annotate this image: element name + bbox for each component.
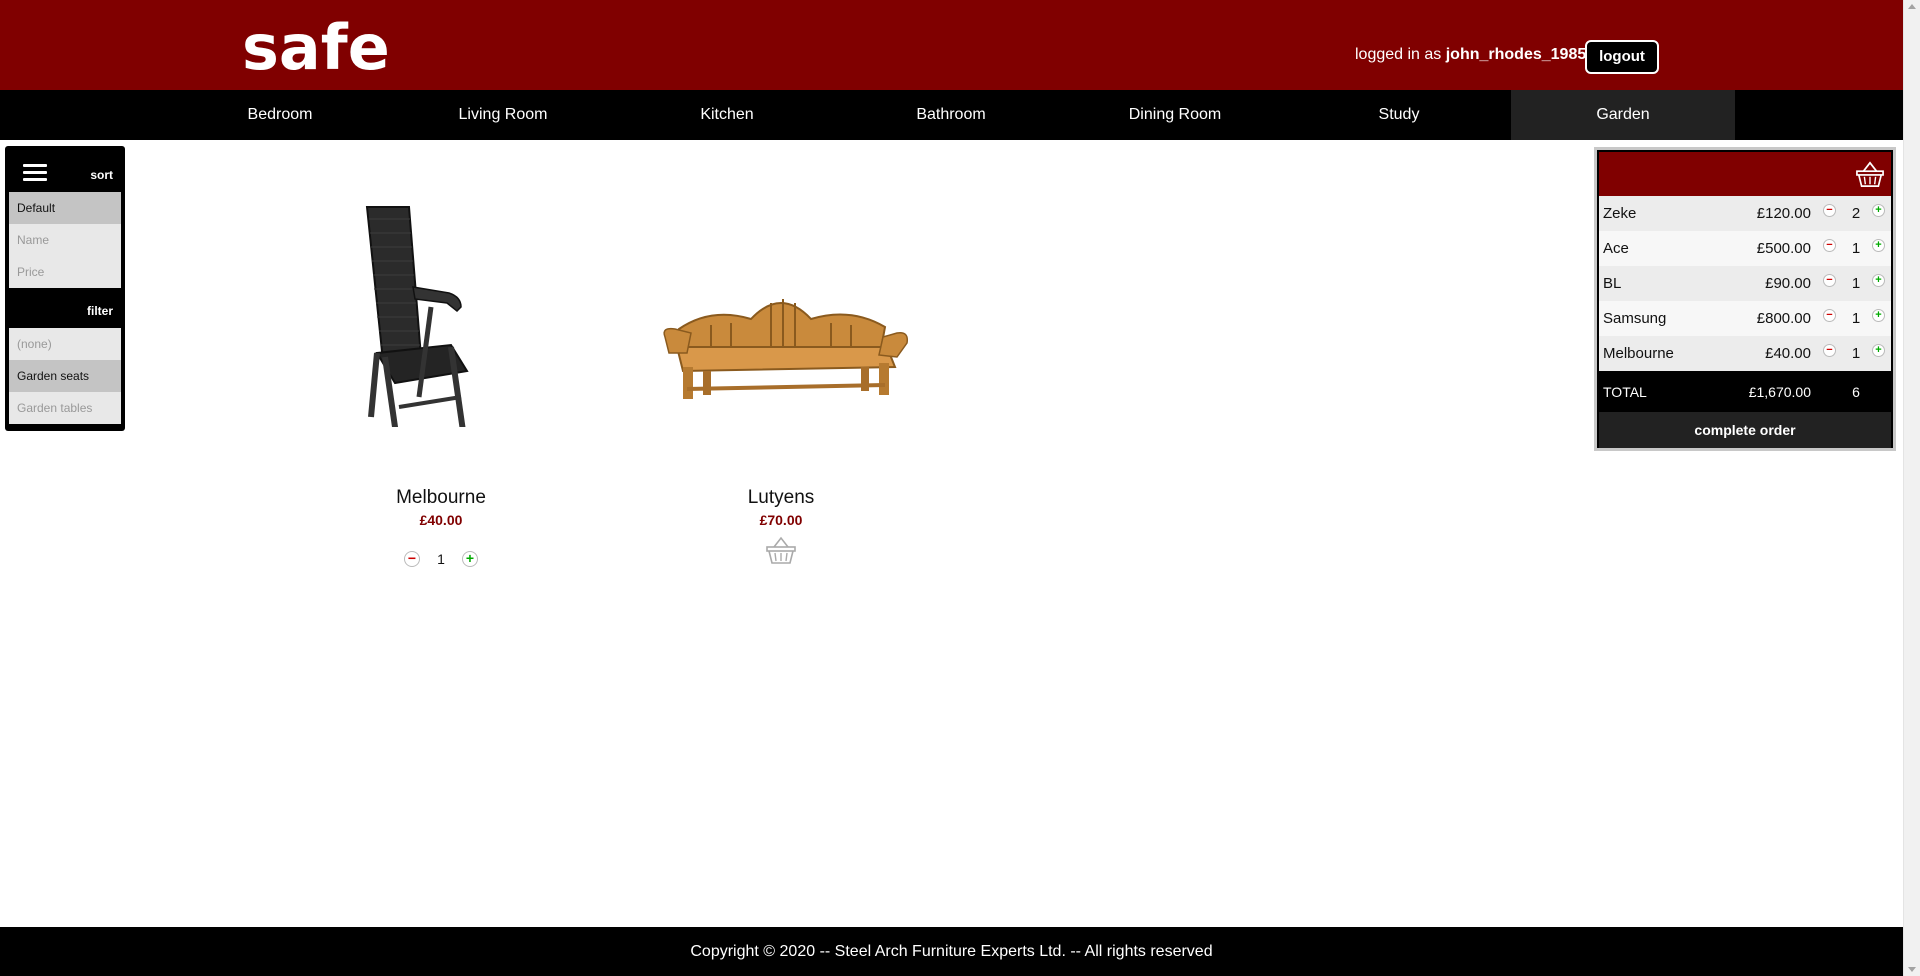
nav-item-bathroom[interactable]: Bathroom	[839, 90, 1063, 140]
site-logo[interactable]: safe	[242, 8, 390, 88]
sort-filter-panel: sort Default Name Price filter (none) Ga…	[5, 146, 125, 431]
decrease-quantity-button[interactable]: −	[404, 551, 420, 567]
logout-button[interactable]: logout	[1585, 40, 1659, 74]
product-card: Lutyens £70.00	[651, 157, 911, 577]
cart-item-price: £120.00	[1756, 205, 1811, 222]
site-footer: Copyright © 2020 -- Steel Arch Furniture…	[0, 927, 1903, 976]
cart-item-price: £500.00	[1756, 240, 1811, 257]
sort-option-default[interactable]: Default	[9, 192, 121, 224]
basket-icon	[1856, 161, 1884, 187]
cart-item-price: £40.00	[1765, 345, 1811, 362]
page: safe logged in as john_rhodes_1985 logou…	[0, 0, 1903, 976]
cart-item: Ace £500.00 − 1 +	[1599, 231, 1891, 266]
cart-item-name: Ace	[1603, 240, 1629, 257]
product-image-chair[interactable]	[311, 157, 571, 427]
cart-total-label: TOTAL	[1603, 384, 1647, 400]
cart-total-row: TOTAL £1,670.00 6	[1599, 374, 1891, 410]
scroll-down-arrow-icon[interactable]	[1908, 967, 1916, 972]
nav-item-dining-room[interactable]: Dining Room	[1063, 90, 1287, 140]
cart-item-qty: 1	[1851, 275, 1861, 292]
filter-label: filter	[86, 304, 113, 318]
product-quantity: 1	[437, 551, 445, 567]
cart-total-price: £1,670.00	[1748, 384, 1811, 400]
filter-header: filter	[9, 288, 121, 328]
cart-increase-button[interactable]: +	[1872, 239, 1885, 252]
site-header: safe logged in as john_rhodes_1985 logou…	[0, 0, 1903, 90]
sort-option-price[interactable]: Price	[9, 256, 121, 288]
cart-increase-button[interactable]: +	[1872, 274, 1885, 287]
nav-item-study[interactable]: Study	[1287, 90, 1511, 140]
category-nav: Bedroom Living Room Kitchen Bathroom Din…	[0, 90, 1903, 140]
cart-header	[1599, 152, 1891, 196]
filter-option-garden-tables[interactable]: Garden tables	[9, 392, 121, 424]
filter-option-garden-seats[interactable]: Garden seats	[9, 360, 121, 392]
cart-item-qty: 1	[1851, 310, 1861, 327]
cart-increase-button[interactable]: +	[1872, 204, 1885, 217]
quantity-stepper: − 1 +	[311, 551, 571, 571]
login-prefix: logged in as	[1355, 46, 1446, 63]
product-name: Melbourne	[396, 487, 486, 508]
nav-item-kitchen[interactable]: Kitchen	[615, 90, 839, 140]
sort-header: sort	[9, 150, 121, 192]
product-name: Lutyens	[747, 487, 815, 508]
cart-item-name: Melbourne	[1603, 345, 1674, 362]
basket-icon[interactable]	[765, 535, 797, 565]
nav-item-living-room[interactable]: Living Room	[391, 90, 615, 140]
cart-item: Melbourne £40.00 − 1 +	[1599, 336, 1891, 371]
increase-quantity-button[interactable]: +	[462, 551, 478, 567]
filter-option-none[interactable]: (none)	[9, 328, 121, 360]
nav-item-bedroom[interactable]: Bedroom	[168, 90, 392, 140]
cart-item-qty: 1	[1851, 345, 1861, 362]
cart-decrease-button[interactable]: −	[1823, 274, 1836, 287]
cart-item-qty: 2	[1851, 205, 1861, 222]
complete-order-button[interactable]: complete order	[1599, 412, 1891, 448]
product-price: £40.00	[419, 512, 463, 528]
vertical-scrollbar[interactable]	[1903, 0, 1920, 976]
shopping-cart: Zeke £120.00 − 2 + Ace £500.00 − 1 + BL …	[1594, 147, 1896, 451]
cart-item-price: £90.00	[1765, 275, 1811, 292]
product-card: Melbourne £40.00 − 1 +	[311, 157, 571, 577]
sort-option-name[interactable]: Name	[9, 224, 121, 256]
cart-decrease-button[interactable]: −	[1823, 344, 1836, 357]
sort-label: sort	[90, 168, 113, 182]
nav-item-garden[interactable]: Garden	[1511, 90, 1735, 140]
cart-increase-button[interactable]: +	[1872, 309, 1885, 322]
product-price: £70.00	[759, 512, 803, 528]
cart-increase-button[interactable]: +	[1872, 344, 1885, 357]
cart-item-name: BL	[1603, 275, 1622, 292]
cart-item-qty: 1	[1851, 240, 1861, 257]
cart-decrease-button[interactable]: −	[1823, 204, 1836, 217]
cart-item: Zeke £120.00 − 2 +	[1599, 196, 1891, 231]
cart-total-qty: 6	[1852, 384, 1860, 400]
scroll-up-arrow-icon[interactable]	[1908, 4, 1916, 9]
cart-decrease-button[interactable]: −	[1823, 309, 1836, 322]
cart-item-name: Zeke	[1603, 205, 1637, 222]
hamburger-icon[interactable]	[23, 164, 47, 182]
cart-item: BL £90.00 − 1 +	[1599, 266, 1891, 301]
cart-item-name: Samsung	[1603, 310, 1667, 327]
product-image-bench[interactable]	[651, 157, 911, 427]
login-status: logged in as john_rhodes_1985	[1355, 46, 1586, 64]
cart-item-price: £800.00	[1756, 310, 1811, 327]
username: john_rhodes_1985	[1445, 46, 1587, 63]
copyright-text: Copyright © 2020 -- Steel Arch Furniture…	[690, 943, 1213, 960]
cart-decrease-button[interactable]: −	[1823, 239, 1836, 252]
cart-item: Samsung £800.00 − 1 +	[1599, 301, 1891, 336]
